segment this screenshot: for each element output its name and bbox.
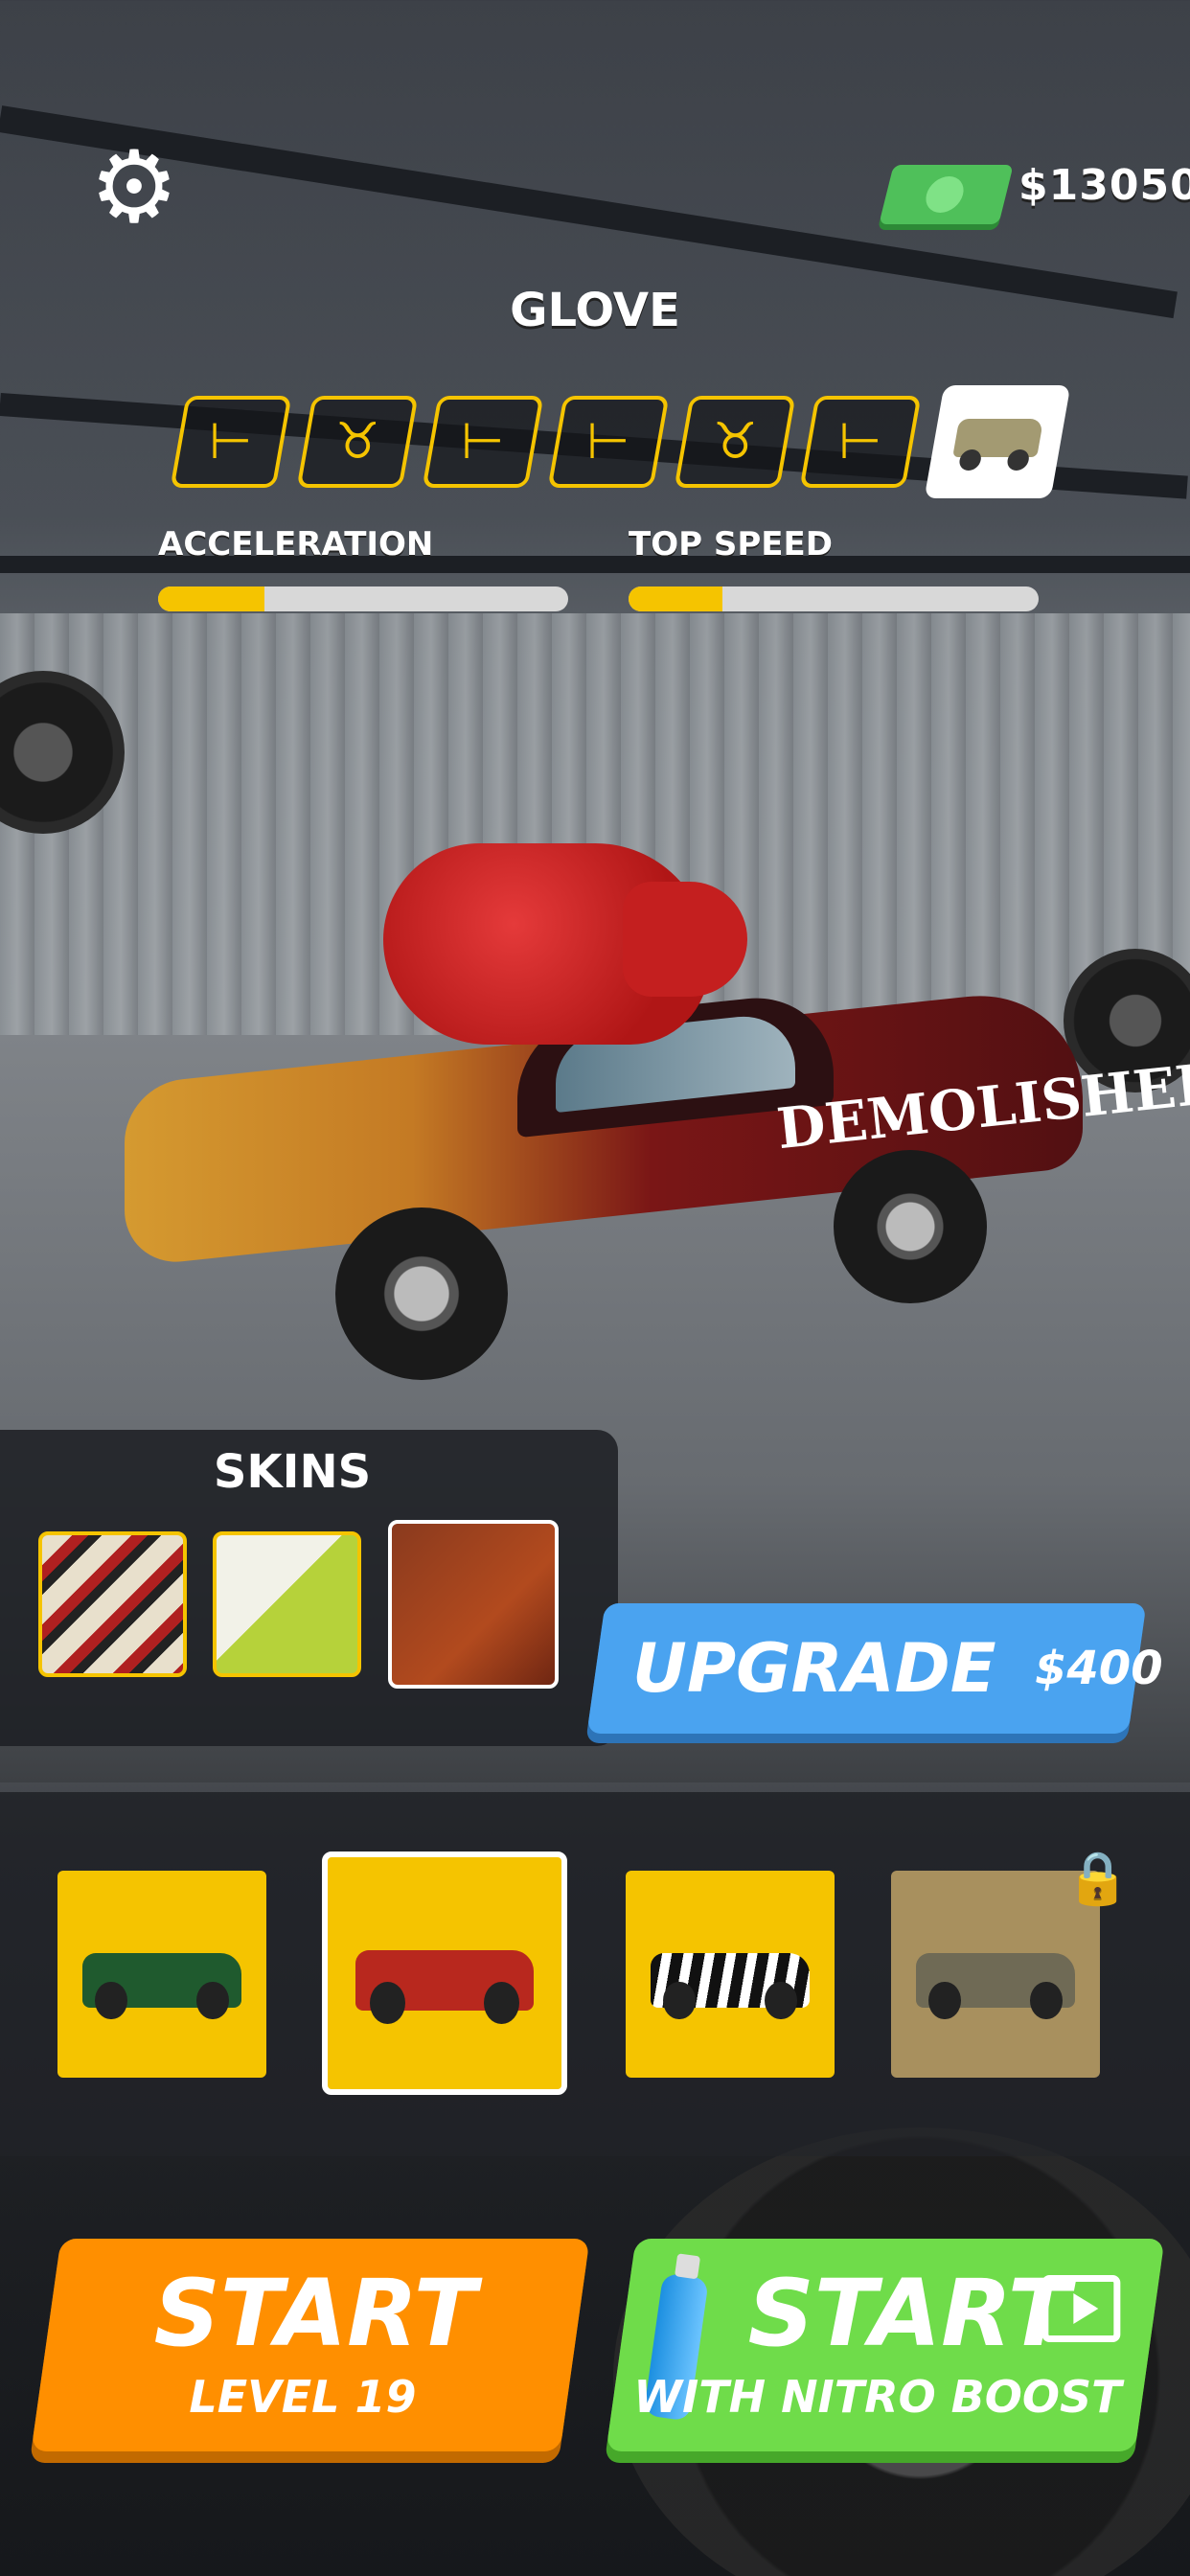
upgrade-button-price: $400 — [1034, 1642, 1163, 1695]
exhaust-icon: ⊢ — [461, 413, 505, 471]
currency-amount: $13050 — [1018, 161, 1190, 210]
skin-option[interactable] — [213, 1531, 361, 1677]
exhaust-icon: ⊢ — [838, 413, 882, 471]
car-thumbnail — [355, 1949, 534, 2024]
hero-car: DEMOLISHER — [105, 843, 1190, 1380]
upgrade-slot-engine[interactable]: ♉ — [674, 396, 796, 488]
top-speed-label: TOP SPEED — [629, 525, 833, 564]
car-thumbnail — [82, 1953, 241, 2020]
front-wheel — [335, 1208, 508, 1380]
skin-option-selected[interactable] — [388, 1520, 559, 1689]
acceleration-bar-fill — [158, 586, 265, 611]
start-level-button[interactable]: START LEVEL 19 — [31, 2239, 590, 2451]
engine-icon: ♉ — [712, 413, 758, 471]
car-name: GLOVE — [510, 284, 680, 337]
rear-wheel — [834, 1150, 987, 1303]
top-speed-bar-fill — [629, 586, 723, 611]
skins-title: SKINS — [213, 1445, 372, 1499]
upgrade-slot-exhaust[interactable]: ⊢ — [170, 396, 292, 488]
nitro-boost-label: WITH NITRO BOOST — [633, 2371, 1122, 2423]
acceleration-bar — [158, 586, 568, 611]
boxing-glove-cuff — [623, 882, 747, 997]
exhaust-icon: ⊢ — [209, 413, 253, 471]
skin-option[interactable] — [38, 1531, 187, 1677]
upgrade-button-label: UPGRADE — [632, 1629, 996, 1708]
armored-car-icon — [952, 419, 1044, 457]
lock-icon: 🔒 — [1065, 1848, 1131, 1908]
start-nitro-button[interactable]: START WITH NITRO BOOST — [606, 2239, 1165, 2451]
start-level-label: LEVEL 19 — [189, 2371, 417, 2423]
acceleration-label: ACCELERATION — [158, 525, 434, 564]
upgrade-slot-exhaust[interactable]: ⊢ — [799, 396, 922, 488]
car-card-glove-selected[interactable] — [322, 1852, 567, 2095]
upgrade-slot-exhaust[interactable]: ⊢ — [547, 396, 670, 488]
upgrade-slot-exhaust[interactable]: ⊢ — [422, 396, 544, 488]
nitro-start-label: START — [747, 2260, 1070, 2367]
upgrade-button[interactable]: UPGRADE $400 — [586, 1603, 1162, 1734]
car-card-green-muscle-car[interactable] — [57, 1871, 266, 2078]
engine-icon: ♉ — [334, 413, 380, 471]
cash-stack-icon — [879, 165, 1014, 224]
car-thumbnail — [916, 1953, 1075, 2020]
exhaust-icon: ⊢ — [586, 413, 630, 471]
top-speed-bar — [629, 586, 1039, 611]
car-thumbnail — [651, 1953, 810, 2020]
start-button-label: START — [153, 2260, 476, 2367]
gear-icon[interactable]: ⚙ — [86, 137, 182, 237]
upgrade-final-car[interactable] — [924, 385, 1071, 498]
upgrade-slot-engine[interactable]: ♉ — [296, 396, 419, 488]
car-card-zebra-mini[interactable] — [626, 1871, 835, 2078]
